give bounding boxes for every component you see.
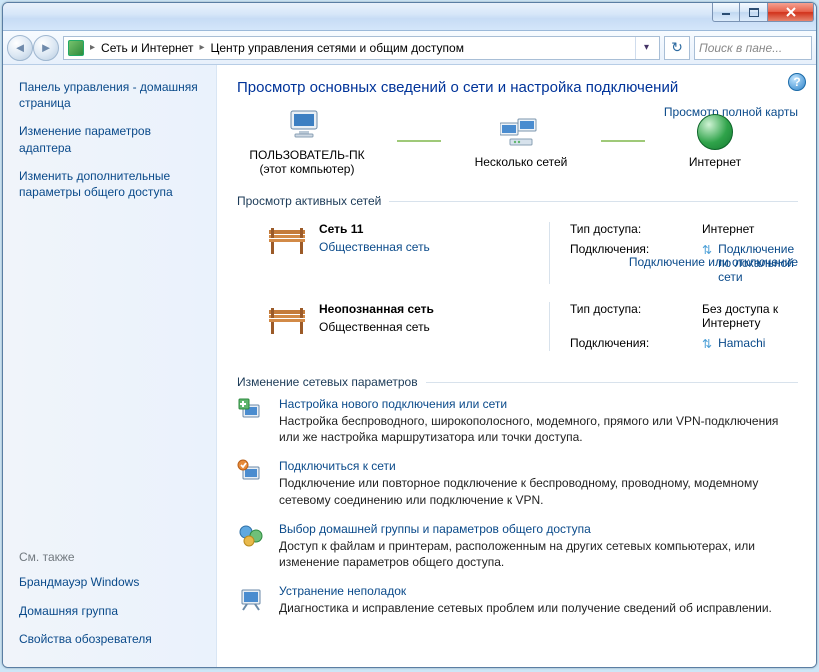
network-name: Сеть 11 (319, 222, 549, 236)
control-panel-icon (68, 40, 84, 56)
map-node-label: ПОЛЬЗОВАТЕЛЬ-ПК (237, 148, 377, 162)
troubleshoot-icon (237, 584, 265, 612)
task-item: Настройка нового подключения или сети На… (237, 397, 798, 445)
access-type-label: Тип доступа: (570, 222, 690, 236)
map-node-this-pc[interactable]: ПОЛЬЗОВАТЕЛЬ-ПК (этот компьютер) (237, 106, 377, 176)
chevron-right-icon: ▸ (90, 42, 95, 53)
task-title-link[interactable]: Настройка нового подключения или сети (279, 397, 798, 411)
network-type-link[interactable]: Общественная сеть (319, 240, 549, 254)
full-map-link[interactable]: Просмотр полной карты (664, 105, 798, 119)
network-type-label: Общественная сеть (319, 320, 549, 334)
network-name: Неопознанная сеть (319, 302, 549, 316)
active-networks-heading: Просмотр активных сетей (237, 194, 798, 208)
map-connector (397, 140, 441, 142)
titlebar (3, 3, 816, 31)
computer-icon (286, 106, 328, 144)
bench-icon (263, 222, 311, 258)
access-type-label: Тип доступа: (570, 302, 690, 330)
networks-icon (500, 113, 542, 151)
connect-network-icon (237, 459, 265, 487)
connection-name: Hamachi (718, 336, 765, 350)
task-item: Подключиться к сети Подключение или повт… (237, 459, 798, 507)
connection-link[interactable]: ⇅ Hamachi (702, 336, 798, 351)
network-map: ПОЛЬЗОВАТЕЛЬ-ПК (этот компьютер) (237, 106, 798, 176)
task-desc: Подключение или повторное подключение к … (279, 475, 798, 507)
task-item: Выбор домашней группы и параметров общег… (237, 522, 798, 570)
navbar: ◄ ► ▸ Сеть и Интернет ▸ Центр управления… (3, 31, 816, 65)
section-label: Изменение сетевых параметров (237, 375, 418, 389)
map-connector (601, 140, 645, 142)
see-also-label: См. также (19, 550, 204, 564)
task-title-link[interactable]: Выбор домашней группы и параметров общег… (279, 522, 798, 536)
map-node-label: Несколько сетей (461, 155, 581, 169)
access-type-value: Интернет (702, 222, 798, 236)
sidebar-inetopts-link[interactable]: Свойства обозревателя (19, 631, 204, 647)
page-title: Просмотр основных сведений о сети и наст… (237, 79, 798, 96)
task-item: Устранение неполадок Диагностика и испра… (237, 584, 798, 616)
nic-icon: ⇅ (702, 337, 712, 351)
maximize-button[interactable] (740, 3, 768, 22)
task-title-link[interactable]: Устранение неполадок (279, 584, 772, 598)
sidebar-homegroup-link[interactable]: Домашняя группа (19, 603, 204, 619)
sidebar-sharing-link[interactable]: Изменить дополнительные параметры общего… (19, 168, 204, 200)
back-button[interactable]: ◄ (7, 35, 33, 61)
forward-button[interactable]: ► (33, 35, 59, 61)
sidebar-firewall-link[interactable]: Брандмауэр Windows (19, 574, 204, 590)
network-entry: Сеть 11 Общественная сеть Тип доступа: И… (237, 210, 798, 290)
close-button[interactable] (768, 3, 814, 22)
breadcrumb-part[interactable]: Центр управления сетями и общим доступом (210, 41, 464, 55)
sidebar-home-link[interactable]: Панель управления - домашняя страница (19, 79, 204, 111)
map-node-networks[interactable]: Несколько сетей (461, 113, 581, 169)
help-icon[interactable]: ? (788, 73, 806, 91)
access-type-value: Без доступа к Интернету (702, 302, 798, 330)
address-dropdown-button[interactable]: ▾ (635, 37, 657, 59)
refresh-button[interactable]: ↻ (664, 36, 690, 60)
minimize-button[interactable] (712, 3, 740, 22)
map-node-sublabel: (этот компьютер) (237, 162, 377, 176)
bench-icon (263, 302, 311, 338)
homegroup-icon (237, 522, 265, 550)
breadcrumb-part[interactable]: Сеть и Интернет (101, 41, 193, 55)
search-input[interactable]: Поиск в пане... (694, 36, 812, 60)
connections-label: Подключения: (570, 336, 690, 351)
sidebar: Панель управления - домашняя страница Из… (3, 65, 217, 667)
task-desc: Настройка беспроводного, широкополосного… (279, 413, 798, 445)
address-bar[interactable]: ▸ Сеть и Интернет ▸ Центр управления сет… (63, 36, 660, 60)
sidebar-adapter-link[interactable]: Изменение параметров адаптера (19, 123, 204, 155)
connect-disconnect-link[interactable]: Подключение или отключение (629, 255, 798, 269)
map-node-label: Интернет (665, 155, 765, 169)
map-node-internet[interactable]: Интернет (665, 113, 765, 169)
network-entry: Неопознанная сеть Общественная сеть Тип … (237, 290, 798, 357)
content: ? Просмотр основных сведений о сети и на… (217, 65, 816, 667)
task-desc: Доступ к файлам и принтерам, расположенн… (279, 538, 798, 570)
task-title-link[interactable]: Подключиться к сети (279, 459, 798, 473)
task-desc: Диагностика и исправление сетевых пробле… (279, 600, 772, 616)
new-connection-icon (237, 397, 265, 425)
window: ◄ ► ▸ Сеть и Интернет ▸ Центр управления… (2, 2, 817, 668)
chevron-right-icon: ▸ (199, 42, 204, 53)
settings-heading: Изменение сетевых параметров (237, 375, 798, 389)
section-label: Просмотр активных сетей (237, 194, 381, 208)
